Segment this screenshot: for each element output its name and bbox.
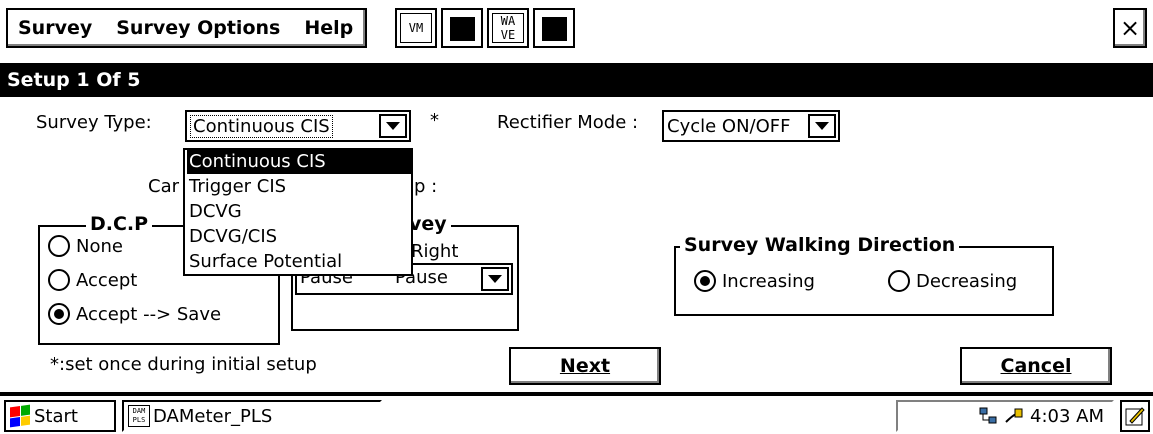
walking-direction-group: Survey Walking Direction Increasing Decr…	[674, 234, 1054, 316]
radio-increasing[interactable]: Increasing	[694, 270, 815, 292]
option-dcvg[interactable]: DCVG	[187, 200, 411, 224]
radio-label: Accept	[76, 269, 138, 291]
footer-note: *:set once during initial setup	[50, 354, 317, 375]
survey-type-label: Survey Type:	[36, 112, 152, 133]
dcp-radio-none[interactable]: None	[48, 235, 123, 257]
black-square-button-1[interactable]	[441, 8, 483, 48]
vm-label: VM	[400, 13, 432, 43]
chevron-down-icon	[815, 122, 829, 130]
required-asterisk: *	[430, 110, 439, 131]
app-icon: DAM PLS	[128, 405, 150, 427]
wave-label-bottom: VE	[500, 28, 516, 42]
chevron-down-icon	[386, 122, 400, 130]
dcp-radio-accept-save[interactable]: Accept --> Save	[48, 303, 221, 325]
wave-label: WA VE	[492, 13, 524, 43]
pencil-notepad-icon	[1125, 407, 1145, 426]
taskbar: Start DAM PLS DAMeter_PLS 4:03 AM	[0, 396, 1153, 434]
next-button[interactable]: Next	[509, 347, 661, 385]
close-icon: ×	[1119, 14, 1141, 42]
radio-icon	[48, 269, 70, 291]
radio-label: Decreasing	[916, 270, 1018, 292]
task-label: DAMeter_PLS	[153, 405, 273, 427]
menu-group: Survey Survey Options Help	[6, 8, 368, 48]
start-button[interactable]: Start	[4, 400, 116, 432]
radio-label: Increasing	[722, 270, 815, 292]
rectifier-mode-value: Cycle ON/OFF	[667, 116, 791, 137]
radio-label: Accept --> Save	[76, 303, 222, 325]
desktop-button[interactable]	[1120, 400, 1150, 432]
dcp-group-legend: D.C.P	[86, 213, 153, 235]
black-square-icon	[542, 17, 567, 41]
task-dameter-pls[interactable]: DAM PLS DAMeter_PLS	[122, 400, 382, 432]
windows-flag-icon	[10, 404, 30, 428]
cancel-button[interactable]: Cancel	[960, 347, 1112, 385]
menu-bar: Survey Survey Options Help VM WA VE ×	[0, 0, 1153, 58]
power-plug-icon[interactable]	[1004, 406, 1024, 426]
app-icon-text-top: DAM	[132, 407, 146, 415]
menu-survey[interactable]: Survey	[18, 17, 92, 39]
start-label: Start	[34, 405, 78, 427]
black-square-button-2[interactable]	[533, 8, 575, 48]
rectifier-mode-select[interactable]: Cycle ON/OFF	[662, 110, 840, 142]
option-surface-potential[interactable]: Surface Potential	[187, 250, 411, 274]
menu-survey-options[interactable]: Survey Options	[116, 17, 280, 39]
cancel-label: Cancel	[1000, 355, 1072, 377]
wave-label-top: WA	[500, 14, 516, 28]
black-square-icon	[450, 17, 475, 41]
page-title: Setup 1 Of 5	[0, 63, 1153, 97]
right-label: Right	[411, 241, 459, 262]
survey-type-select[interactable]: Continuous CIS	[185, 110, 411, 142]
radio-label: None	[76, 235, 123, 257]
dropdown-arrow-button[interactable]	[808, 114, 836, 138]
system-tray: 4:03 AM	[896, 400, 1114, 432]
radio-selected-icon	[48, 303, 70, 325]
option-dcvg-cis[interactable]: DCVG/CIS	[187, 225, 411, 249]
wave-button[interactable]: WA VE	[487, 8, 529, 48]
rectifier-mode-label: Rectifier Mode :	[497, 112, 639, 133]
radio-decreasing[interactable]: Decreasing	[888, 270, 1017, 292]
survey-type-dropdown-list: Continuous CIS Trigger CIS DCVG DCVG/CIS…	[183, 148, 413, 276]
option-trigger-cis[interactable]: Trigger CIS	[187, 175, 411, 199]
hidden-label-right: p :	[414, 176, 438, 197]
close-button[interactable]: ×	[1113, 8, 1147, 48]
option-continuous-cis[interactable]: Continuous CIS	[187, 150, 411, 174]
radio-icon	[888, 270, 910, 292]
radio-icon	[48, 235, 70, 257]
hidden-label-left: Car	[148, 176, 179, 197]
menu-help[interactable]: Help	[304, 17, 353, 39]
radio-selected-icon	[694, 270, 716, 292]
chevron-down-icon	[488, 275, 502, 283]
survey-type-value: Continuous CIS	[190, 115, 333, 138]
walking-direction-legend: Survey Walking Direction	[680, 234, 960, 256]
dropdown-arrow-button[interactable]	[481, 267, 509, 291]
vm-button[interactable]: VM	[395, 8, 437, 48]
dcp-radio-accept[interactable]: Accept	[48, 269, 137, 291]
dropdown-arrow-button[interactable]	[379, 114, 407, 138]
clock[interactable]: 4:03 AM	[1030, 406, 1104, 427]
app-icon-text-bottom: PLS	[132, 416, 146, 424]
network-icon[interactable]	[978, 406, 998, 426]
next-label: Next	[559, 355, 611, 377]
